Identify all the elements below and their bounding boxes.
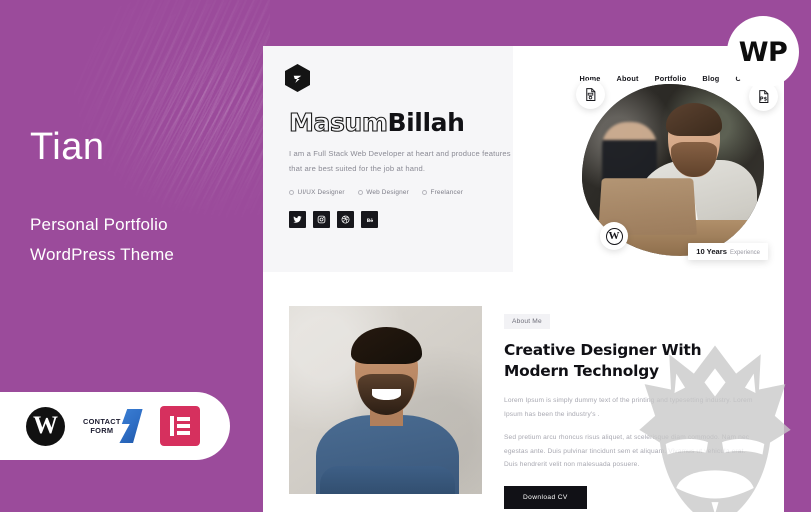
plugin-badges: W CONTACT FORM xyxy=(0,392,230,460)
wordpress-logo-letter: W xyxy=(33,411,58,439)
twitter-icon[interactable] xyxy=(289,211,306,229)
promo-banner: Tian Personal Portfolio WordPress Theme … xyxy=(0,0,811,512)
hero-headline: MasumBillah xyxy=(288,108,524,137)
cf7-line2: FORM xyxy=(90,426,114,435)
document-icon xyxy=(576,80,605,109)
hero-portrait: P$ W 10 Years Experience xyxy=(576,80,778,260)
about-section: About Me Creative Designer With Modern T… xyxy=(263,272,784,512)
hero-text: MasumBillah I am a Full Stack Web Develo… xyxy=(288,108,524,229)
elementor-stack xyxy=(176,417,190,435)
about-portrait-image xyxy=(289,306,482,494)
site-logo-icon[interactable] xyxy=(285,64,310,92)
about-badge: About Me xyxy=(504,314,550,329)
hero-social-links: Bē xyxy=(289,211,524,229)
theme-tagline-line2: WordPress Theme xyxy=(30,245,175,265)
svg-text:Bē: Bē xyxy=(366,218,373,224)
wordpress-badge-icon: W xyxy=(600,222,628,250)
experience-number: 10 Years xyxy=(696,247,727,256)
promo-copy: Tian Personal Portfolio WordPress Theme xyxy=(30,128,174,271)
hero-role-tags: UI/UX Designer Web Designer Freelancer xyxy=(289,189,524,196)
about-paragraph-1: Lorem Ipsum is simply dummy text of the … xyxy=(504,397,753,418)
experience-badge: 10 Years Experience xyxy=(688,243,768,260)
theme-tagline-line1: Personal Portfolio xyxy=(30,215,168,234)
theme-tagline: Personal Portfolio WordPress Theme xyxy=(30,210,174,271)
contact-form-7-logo-icon: CONTACT FORM xyxy=(83,409,142,443)
cf7-arrow-icon xyxy=(119,409,142,443)
website-preview: Home About Portfolio Blog Contact MasumB… xyxy=(263,46,784,512)
svg-text:P$: P$ xyxy=(760,96,768,102)
role-tag-freelancer: Freelancer xyxy=(421,189,464,197)
elementor-logo-icon xyxy=(159,406,200,446)
bullet-icon xyxy=(289,190,294,196)
nav-item-portfolio[interactable]: Portfolio xyxy=(655,74,687,83)
hero-name-first: Masum xyxy=(288,108,388,137)
role-tag-uiux-label: UI/UX Designer xyxy=(297,189,345,197)
instagram-icon[interactable] xyxy=(313,211,330,229)
about-paragraph-2: Sed pretium arcu rhoncus risus aliquet, … xyxy=(504,434,750,469)
role-tag-web: Web Designer xyxy=(357,189,409,197)
behance-icon[interactable]: Bē xyxy=(361,211,378,229)
role-tag-freelancer-label: Freelancer xyxy=(430,189,464,197)
wp-corner-label: WP xyxy=(738,36,788,68)
hero-name-last: Billah xyxy=(387,108,465,137)
role-tag-web-label: Web Designer xyxy=(366,189,409,197)
hero-section: Home About Portfolio Blog Contact MasumB… xyxy=(263,46,784,272)
wp-corner-badge: WP xyxy=(727,16,799,88)
hero-lead: I am a Full Stack Web Developer at heart… xyxy=(289,149,511,173)
wordpress-logo-icon: W xyxy=(26,406,65,446)
download-cv-button[interactable]: Download CV xyxy=(504,485,587,509)
cf7-line1: CONTACT xyxy=(83,416,121,426)
role-tag-uiux: UI/UX Designer xyxy=(289,189,345,196)
bullet-icon xyxy=(357,190,363,196)
dribbble-icon[interactable] xyxy=(337,211,354,229)
about-title: Creative Designer With Modern Technolgy xyxy=(504,341,702,380)
about-copy: About Me Creative Designer With Modern T… xyxy=(504,306,758,509)
nav-item-about[interactable]: About xyxy=(617,74,639,83)
experience-label: Experience xyxy=(729,250,760,256)
bullet-icon xyxy=(421,190,427,196)
theme-name: Tian xyxy=(30,126,105,168)
elementor-bar xyxy=(169,416,174,436)
nav-item-blog[interactable]: Blog xyxy=(702,74,719,83)
wordpress-badge-letter: W xyxy=(605,227,623,245)
contact-form-7-label: CONTACT FORM xyxy=(83,417,121,436)
